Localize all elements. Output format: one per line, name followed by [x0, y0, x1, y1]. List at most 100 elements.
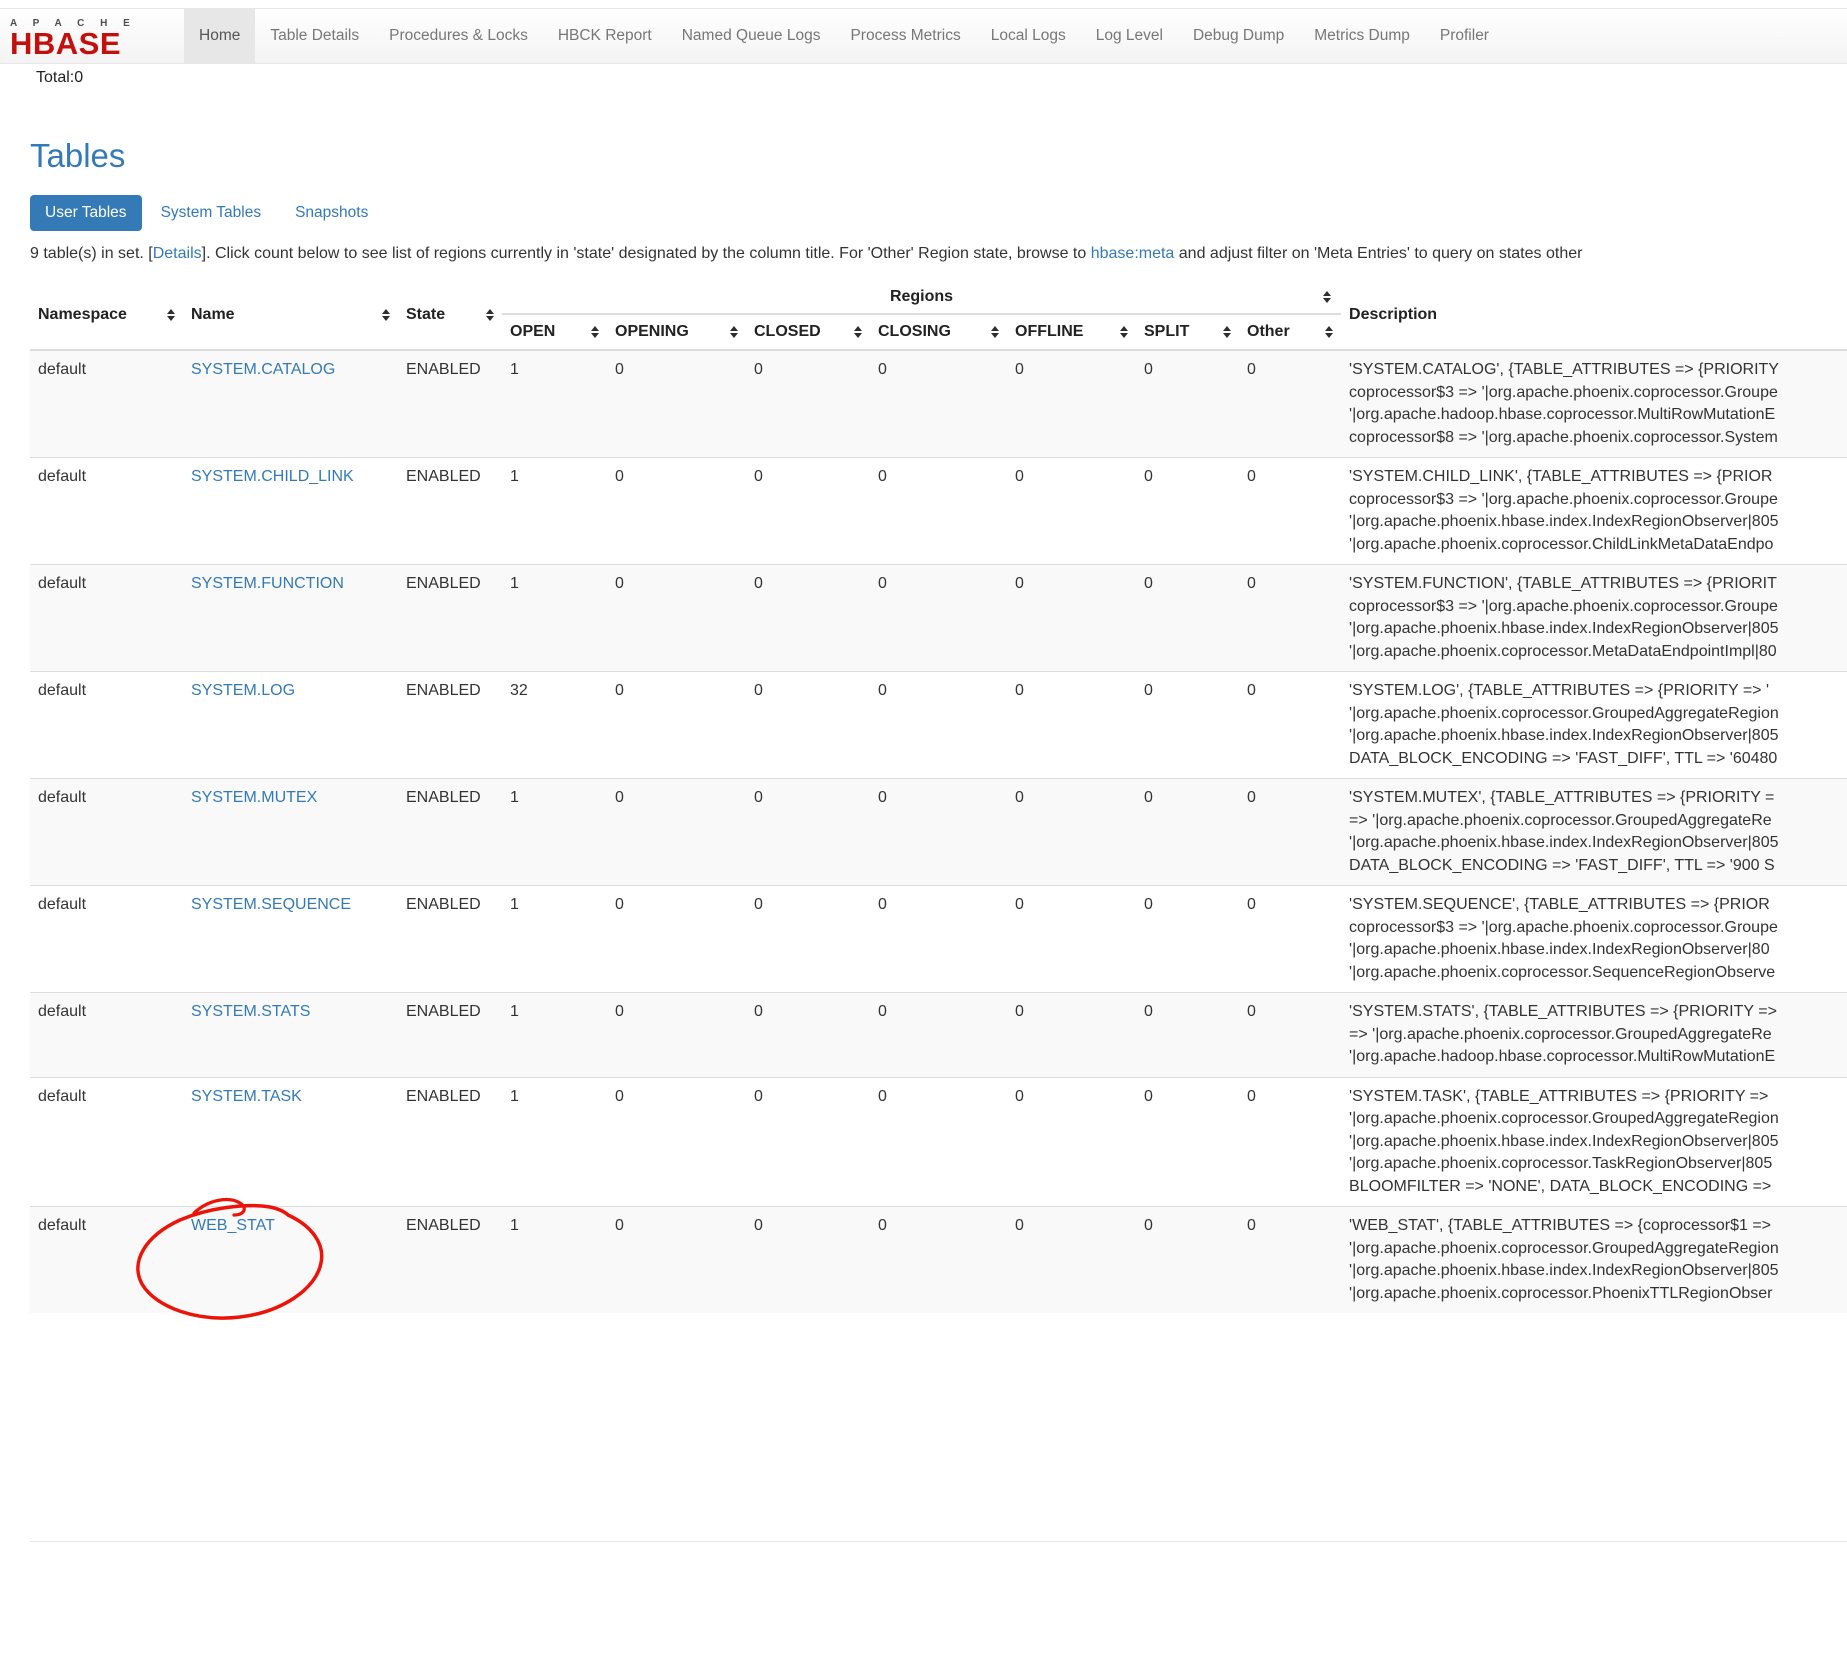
region-count-split[interactable]: 0	[1136, 672, 1239, 779]
table-name-link-system-function[interactable]: SYSTEM.FUNCTION	[191, 575, 344, 592]
hbase-logo[interactable]: A P A C H E HBASE	[0, 9, 184, 63]
region-count-other[interactable]: 0	[1239, 565, 1341, 672]
region-count-open[interactable]: 1	[502, 458, 607, 565]
region-count-opening[interactable]: 0	[607, 993, 746, 1078]
region-count-other[interactable]: 0	[1239, 458, 1341, 565]
region-count-opening[interactable]: 0	[607, 672, 746, 779]
region-count-closed[interactable]: 0	[746, 779, 870, 886]
nav-item-table-details[interactable]: Table Details	[255, 9, 374, 63]
region-count-split[interactable]: 0	[1136, 1077, 1239, 1207]
sort-icon[interactable]	[1223, 326, 1231, 338]
nav-item-metrics-dump[interactable]: Metrics Dump	[1299, 9, 1425, 63]
table-name-link-system-child-link[interactable]: SYSTEM.CHILD_LINK	[191, 468, 354, 485]
region-count-closing[interactable]: 0	[870, 993, 1007, 1078]
table-name-link-system-stats[interactable]: SYSTEM.STATS	[191, 1003, 310, 1020]
region-count-offline[interactable]: 0	[1007, 1207, 1136, 1314]
region-count-closing[interactable]: 0	[870, 1207, 1007, 1314]
col-header-regions[interactable]: Regions	[502, 281, 1341, 314]
sort-icon[interactable]	[1323, 291, 1331, 303]
region-count-closed[interactable]: 0	[746, 1207, 870, 1314]
region-count-closed[interactable]: 0	[746, 458, 870, 565]
region-count-open[interactable]: 32	[502, 672, 607, 779]
hbase-meta-link[interactable]: hbase:meta	[1091, 245, 1175, 262]
tab-snapshots[interactable]: Snapshots	[280, 195, 383, 231]
sort-icon[interactable]	[382, 309, 390, 321]
table-name-link-web-stat[interactable]: WEB_STAT	[191, 1217, 275, 1234]
region-count-open[interactable]: 1	[502, 779, 607, 886]
region-count-other[interactable]: 0	[1239, 779, 1341, 886]
region-count-other[interactable]: 0	[1239, 1207, 1341, 1314]
region-count-closing[interactable]: 0	[870, 458, 1007, 565]
nav-item-process-metrics[interactable]: Process Metrics	[835, 9, 975, 63]
nav-item-named-queue-logs[interactable]: Named Queue Logs	[667, 9, 836, 63]
region-count-split[interactable]: 0	[1136, 993, 1239, 1078]
sort-icon[interactable]	[730, 326, 738, 338]
table-name-link-system-sequence[interactable]: SYSTEM.SEQUENCE	[191, 896, 351, 913]
table-name-link-system-catalog[interactable]: SYSTEM.CATALOG	[191, 361, 335, 378]
region-count-split[interactable]: 0	[1136, 350, 1239, 458]
region-count-closed[interactable]: 0	[746, 993, 870, 1078]
region-count-other[interactable]: 0	[1239, 350, 1341, 458]
sort-icon[interactable]	[991, 326, 999, 338]
region-count-closed[interactable]: 0	[746, 565, 870, 672]
table-name-link-system-mutex[interactable]: SYSTEM.MUTEX	[191, 789, 317, 806]
region-count-closed[interactable]: 0	[746, 1077, 870, 1207]
nav-item-local-logs[interactable]: Local Logs	[976, 9, 1081, 63]
region-count-other[interactable]: 0	[1239, 993, 1341, 1078]
col-header-namespace[interactable]: Namespace	[30, 281, 183, 350]
region-count-open[interactable]: 1	[502, 886, 607, 993]
region-count-opening[interactable]: 0	[607, 1077, 746, 1207]
col-header-open[interactable]: OPEN	[502, 314, 607, 350]
region-count-opening[interactable]: 0	[607, 565, 746, 672]
sort-icon[interactable]	[854, 326, 862, 338]
tab-user-tables[interactable]: User Tables	[30, 195, 142, 231]
region-count-open[interactable]: 1	[502, 993, 607, 1078]
region-count-offline[interactable]: 0	[1007, 1077, 1136, 1207]
sort-icon[interactable]	[167, 309, 175, 321]
tab-system-tables[interactable]: System Tables	[146, 195, 277, 231]
region-count-opening[interactable]: 0	[607, 458, 746, 565]
sort-icon[interactable]	[1120, 326, 1128, 338]
nav-item-debug-dump[interactable]: Debug Dump	[1178, 9, 1299, 63]
region-count-other[interactable]: 0	[1239, 886, 1341, 993]
region-count-closing[interactable]: 0	[870, 886, 1007, 993]
region-count-opening[interactable]: 0	[607, 350, 746, 458]
region-count-offline[interactable]: 0	[1007, 458, 1136, 565]
region-count-split[interactable]: 0	[1136, 565, 1239, 672]
region-count-split[interactable]: 0	[1136, 779, 1239, 886]
region-count-split[interactable]: 0	[1136, 886, 1239, 993]
region-count-opening[interactable]: 0	[607, 1207, 746, 1314]
col-header-opening[interactable]: OPENING	[607, 314, 746, 350]
region-count-offline[interactable]: 0	[1007, 993, 1136, 1078]
col-header-offline[interactable]: OFFLINE	[1007, 314, 1136, 350]
nav-item-procedures-locks[interactable]: Procedures & Locks	[374, 9, 543, 63]
region-count-open[interactable]: 1	[502, 350, 607, 458]
region-count-closed[interactable]: 0	[746, 886, 870, 993]
table-name-link-system-task[interactable]: SYSTEM.TASK	[191, 1088, 302, 1105]
table-name-link-system-log[interactable]: SYSTEM.LOG	[191, 682, 295, 699]
region-count-closing[interactable]: 0	[870, 779, 1007, 886]
region-count-closed[interactable]: 0	[746, 350, 870, 458]
region-count-opening[interactable]: 0	[607, 779, 746, 886]
nav-item-home[interactable]: Home	[184, 9, 255, 63]
region-count-closing[interactable]: 0	[870, 350, 1007, 458]
region-count-open[interactable]: 1	[502, 1207, 607, 1314]
col-header-split[interactable]: SPLIT	[1136, 314, 1239, 350]
region-count-closing[interactable]: 0	[870, 565, 1007, 672]
col-header-state[interactable]: State	[398, 281, 502, 350]
sort-icon[interactable]	[486, 309, 494, 321]
col-header-closing[interactable]: CLOSING	[870, 314, 1007, 350]
region-count-other[interactable]: 0	[1239, 1077, 1341, 1207]
region-count-closed[interactable]: 0	[746, 672, 870, 779]
region-count-closing[interactable]: 0	[870, 672, 1007, 779]
col-header-name[interactable]: Name	[183, 281, 398, 350]
nav-item-log-level[interactable]: Log Level	[1081, 9, 1178, 63]
region-count-split[interactable]: 0	[1136, 458, 1239, 565]
region-count-open[interactable]: 1	[502, 1077, 607, 1207]
region-count-split[interactable]: 0	[1136, 1207, 1239, 1314]
region-count-offline[interactable]: 0	[1007, 350, 1136, 458]
region-count-offline[interactable]: 0	[1007, 672, 1136, 779]
sort-icon[interactable]	[591, 326, 599, 338]
region-count-closing[interactable]: 0	[870, 1077, 1007, 1207]
details-link[interactable]: Details	[153, 245, 202, 262]
